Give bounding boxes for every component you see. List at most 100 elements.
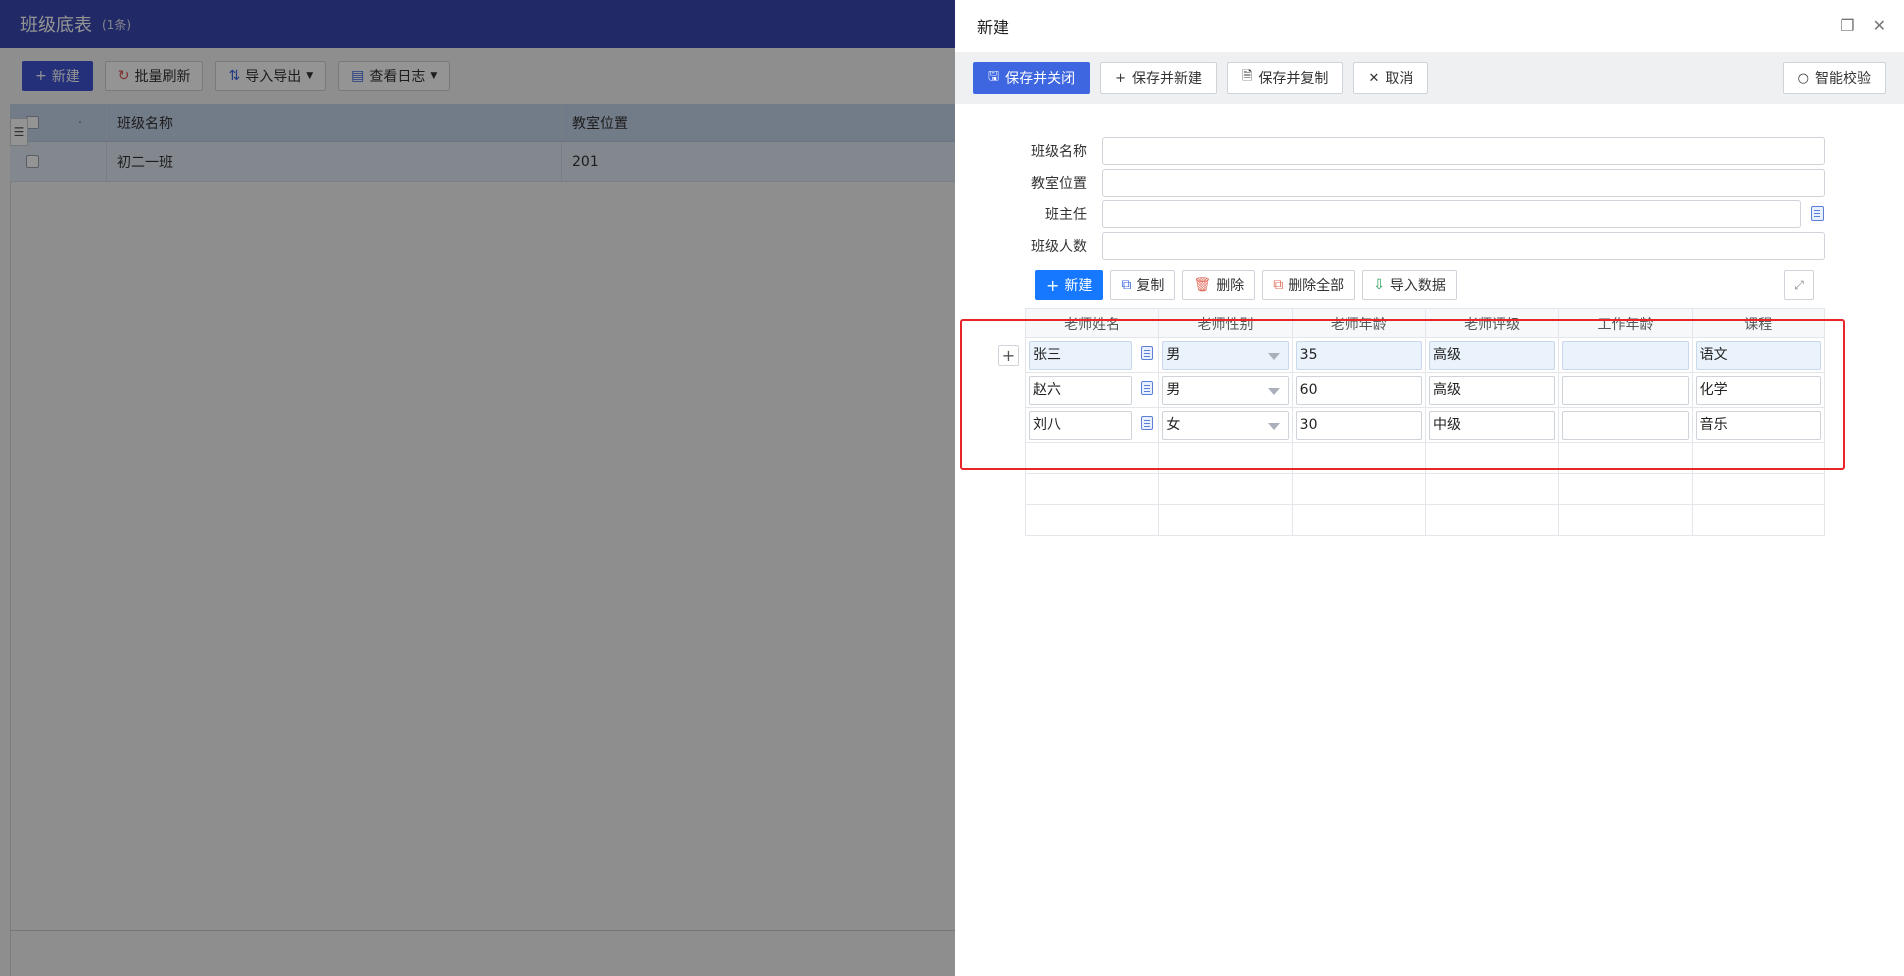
teacher-gender-select[interactable]: 男 <box>1162 341 1289 370</box>
lookup-icon[interactable] <box>1141 346 1154 360</box>
column-header-teacher-grade[interactable]: 老师评级 <box>1424 309 1558 337</box>
class-size-input[interactable] <box>1102 232 1825 260</box>
trash-icon: 🗑 <box>1193 277 1212 293</box>
empty-cell <box>1691 474 1825 504</box>
cancel-button[interactable]: ✕ 取消 <box>1353 62 1429 94</box>
cell-course: 化学 <box>1691 373 1825 407</box>
column-header-course[interactable]: 课程 <box>1691 309 1825 337</box>
drawer-header: 新建 ❐ ✕ <box>955 0 1904 52</box>
empty-cell <box>1558 474 1691 504</box>
head-teacher-lookup-icon[interactable] <box>1811 206 1824 221</box>
cell-teacher-age: 30 <box>1291 408 1425 442</box>
column-header-work-age[interactable]: 工作年龄 <box>1558 309 1691 337</box>
class-name-input[interactable] <box>1102 137 1825 165</box>
cell-teacher-age: 60 <box>1291 373 1425 407</box>
teacher-grade-input[interactable]: 高级 <box>1428 341 1556 370</box>
delete-all-icon: ⧉ <box>1273 277 1284 293</box>
save-and-copy-button[interactable]: 🗎 保存并复制 <box>1226 62 1344 94</box>
cell-teacher-gender: 男 <box>1158 373 1291 407</box>
empty-cell <box>1291 474 1425 504</box>
class-size-label: 班级人数 <box>1031 239 1087 255</box>
cell-work-age <box>1558 408 1691 442</box>
subtable-copy-button[interactable]: ⧉ 复制 <box>1110 270 1176 300</box>
cell-teacher-name: 张三 <box>1025 338 1158 372</box>
course-input[interactable]: 化学 <box>1695 376 1821 405</box>
head-teacher-input[interactable] <box>1102 200 1801 228</box>
teacher-name-input[interactable]: 赵六 <box>1029 376 1133 405</box>
subtable-delete-all-label: 删除全部 <box>1288 278 1345 294</box>
smart-check-label: 智能校验 <box>1815 71 1871 87</box>
drawer-title: 新建 <box>977 18 1010 37</box>
x-icon: ✕ <box>1368 70 1380 86</box>
empty-cell <box>1158 505 1291 535</box>
save-and-new-button[interactable]: + 保存并新建 <box>1100 62 1217 94</box>
empty-cell <box>1291 443 1425 473</box>
empty-cell <box>1291 505 1425 535</box>
field-class-size: 班级人数 <box>955 231 1904 261</box>
add-row-icon[interactable]: + <box>998 345 1019 366</box>
table-row[interactable]: 刘八 女 30 中级 音乐 <box>1025 408 1825 443</box>
column-header-teacher-age[interactable]: 老师年龄 <box>1291 309 1425 337</box>
subtable-delete-button[interactable]: 🗑 删除 <box>1182 270 1256 300</box>
import-icon: ⇩ <box>1373 277 1385 293</box>
work-age-input[interactable] <box>1562 376 1689 405</box>
table-row[interactable]: 赵六 男 60 高级 化学 <box>1025 373 1825 408</box>
lookup-icon[interactable] <box>1141 381 1154 395</box>
empty-cell <box>1025 505 1158 535</box>
classroom-input[interactable] <box>1102 169 1825 197</box>
teacher-age-input[interactable]: 60 <box>1295 376 1422 405</box>
restore-window-icon[interactable]: ❐ <box>1840 16 1854 35</box>
fullscreen-icon[interactable]: ⤢ <box>1784 270 1814 300</box>
subtable-new-button[interactable]: + 新建 <box>1035 270 1104 300</box>
lookup-icon[interactable] <box>1141 416 1154 430</box>
column-header-teacher-name[interactable]: 老师姓名 <box>1025 309 1158 337</box>
subtable-new-label: 新建 <box>1064 278 1093 294</box>
field-classroom: 教室位置 <box>955 168 1904 198</box>
work-age-input[interactable] <box>1562 411 1689 440</box>
teacher-gender-select[interactable]: 男 <box>1162 376 1289 405</box>
cell-teacher-name: 赵六 <box>1025 373 1158 407</box>
table-row[interactable]: + 张三 男 35 高级 语文 <box>998 338 1825 373</box>
teacher-age-input[interactable]: 35 <box>1295 341 1422 370</box>
drawer-header-actions: ❐ ✕ <box>1840 16 1886 35</box>
teacher-grade-input[interactable]: 高级 <box>1428 376 1556 405</box>
subtable-toolbar: + 新建 ⧉ 复制 🗑 删除 ⧉ 删除全部 ⇩ 导入数据 <box>1035 270 1457 300</box>
cell-teacher-grade: 高级 <box>1424 373 1558 407</box>
smart-check-button[interactable]: ○ 智能校验 <box>1782 62 1886 94</box>
cell-teacher-gender: 女 <box>1158 408 1291 442</box>
teacher-gender-select[interactable]: 女 <box>1162 411 1289 440</box>
close-icon[interactable]: ✕ <box>1873 16 1886 35</box>
teacher-name-input[interactable]: 张三 <box>1029 341 1133 370</box>
empty-cell <box>1424 505 1558 535</box>
empty-cell <box>1025 474 1158 504</box>
empty-cell <box>1691 505 1825 535</box>
empty-row <box>1025 474 1825 505</box>
subtable-delete-all-button[interactable]: ⧉ 删除全部 <box>1262 270 1356 300</box>
course-input[interactable]: 音乐 <box>1695 411 1821 440</box>
empty-row <box>1025 443 1825 474</box>
empty-cell <box>1158 443 1291 473</box>
teacher-subtable: 老师姓名 老师性别 老师年龄 老师评级 工作年龄 课程 + 张三 男 35 高级 <box>998 308 1825 536</box>
subtable-header: 老师姓名 老师性别 老师年龄 老师评级 工作年龄 课程 <box>1025 308 1825 338</box>
save-and-copy-label: 保存并复制 <box>1258 71 1329 87</box>
lightbulb-icon: ○ <box>1797 70 1809 86</box>
cell-teacher-age: 35 <box>1291 338 1425 372</box>
teacher-age-input[interactable]: 30 <box>1295 411 1422 440</box>
save-and-close-button[interactable]: 🖫 保存并关闭 <box>973 62 1091 94</box>
empty-cell <box>1424 474 1558 504</box>
work-age-input[interactable] <box>1562 341 1689 370</box>
chevron-down-icon <box>1267 423 1280 430</box>
column-header-teacher-gender[interactable]: 老师性别 <box>1158 309 1291 337</box>
field-head-teacher: 班主任 <box>955 199 1904 229</box>
empty-cell <box>1424 443 1558 473</box>
modal-overlay[interactable] <box>0 0 955 976</box>
subtable-import-button[interactable]: ⇩ 导入数据 <box>1362 270 1457 300</box>
course-input[interactable]: 语文 <box>1695 341 1821 370</box>
teacher-name-input[interactable]: 刘八 <box>1029 411 1133 440</box>
cell-teacher-grade: 高级 <box>1424 338 1558 372</box>
empty-cell <box>1558 505 1691 535</box>
teacher-gender-value: 男 <box>1166 347 1181 363</box>
teacher-grade-input[interactable]: 中级 <box>1428 411 1556 440</box>
subtable-copy-label: 复制 <box>1136 278 1165 294</box>
cell-teacher-grade: 中级 <box>1424 408 1558 442</box>
